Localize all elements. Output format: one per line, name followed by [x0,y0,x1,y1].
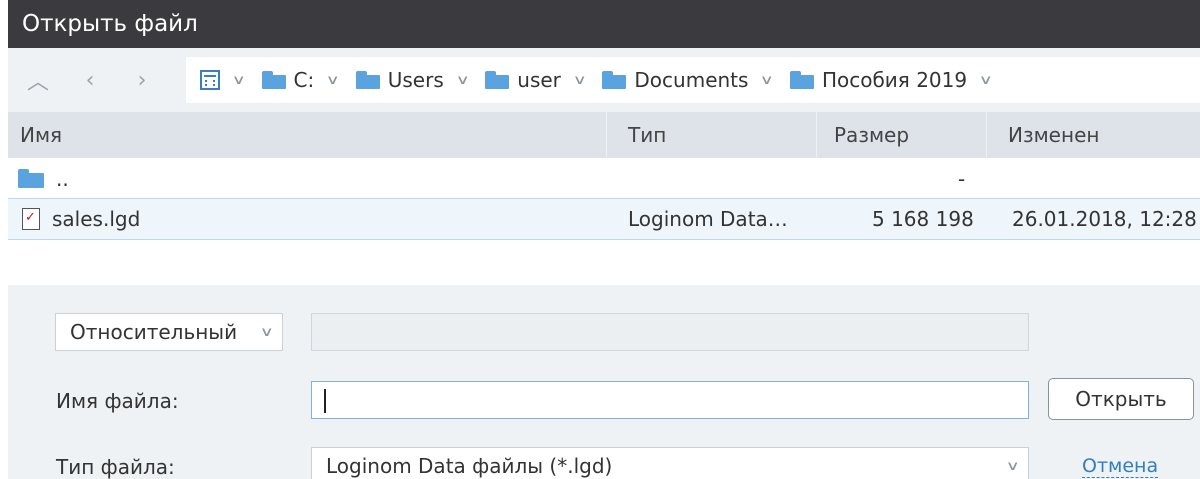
modified-cell: 26.01.2018, 12:28 [1012,207,1197,231]
path-breadcrumb: ∨ C: ∨ Users ∨ user ∨ Documents ∨ Пособи… [186,57,1200,103]
chevron-down-icon: ∨ [260,324,275,340]
column-header-label: Тип [628,123,667,147]
breadcrumb-computer[interactable]: ∨ [196,70,256,90]
back-button[interactable]: ‹ [64,60,116,100]
filename-label: Имя файла: [56,389,179,413]
folder-icon [355,71,380,89]
path-mode-value: Относительный [70,320,238,344]
file-list-header: Имя Тип Размер Изменен [8,112,1200,158]
folder-icon [602,71,627,89]
breadcrumb-c[interactable]: C: ∨ [261,68,350,92]
breadcrumb-label: user [517,68,561,92]
chevron-down-icon[interactable]: ∨ [455,73,469,88]
column-header-size[interactable]: Размер [834,112,909,158]
up-button[interactable]: ︿ [12,60,64,100]
folder-icon [789,71,814,89]
column-header-modified[interactable]: Изменен [1008,112,1099,158]
folder-icon [485,71,510,89]
chevron-down-icon[interactable]: ∨ [760,73,774,88]
chevron-down-icon[interactable]: ∨ [326,73,340,88]
column-header-type[interactable]: Тип [628,112,666,158]
breadcrumb-documents[interactable]: Documents ∨ [602,68,784,92]
open-button[interactable]: Открыть [1048,378,1194,420]
chevron-down-icon[interactable]: ∨ [232,73,246,88]
column-header-label: Имя [20,123,63,147]
navigation-bar: ︿ ‹ › ∨ C: ∨ Users ∨ user ∨ Documents ∨ [8,48,1200,112]
chevron-down-icon: ∨ [1006,458,1021,474]
lgd-file-icon [22,208,40,230]
breadcrumb-posobiya[interactable]: Пособия 2019 ∨ [789,68,1003,92]
forward-button[interactable]: › [116,60,168,100]
breadcrumb-label: Пособия 2019 [821,68,968,92]
folder-icon [261,71,286,89]
size-cell: - [958,167,966,191]
size-cell: 5 168 198 [872,207,974,231]
name-cell: sales.lgd [22,199,140,239]
name-cell: .. [18,160,69,198]
dialog-title-bar: Открыть файл [8,0,1200,48]
path-field [311,313,1029,351]
chevron-up-icon: ︿ [26,70,49,95]
chevron-left-icon: ‹ [85,67,95,93]
column-header-label: Изменен [1008,123,1100,147]
chevron-down-icon[interactable]: ∨ [979,73,993,88]
filename-input[interactable] [311,381,1029,419]
breadcrumb-label: Users [387,68,444,92]
open-button-label: Открыть [1075,387,1167,411]
path-mode-select[interactable]: Относительный ∨ [55,313,283,351]
chevron-right-icon: › [137,67,147,93]
file-name: sales.lgd [52,207,141,231]
dialog-title: Открыть файл [22,11,198,37]
type-cell: Loginom Data… [628,207,788,231]
breadcrumb-label: Documents [634,68,749,92]
column-divider[interactable] [986,112,987,158]
file-form-panel: Относительный ∨ Имя файла: Открыть Тип ф… [8,285,1200,479]
column-header-label: Размер [834,123,910,147]
table-row[interactable]: .. - [8,160,1200,198]
folder-icon [18,169,44,189]
file-name: .. [56,167,69,191]
filetype-label: Тип файла: [56,455,175,479]
filetype-value: Loginom Data файлы (*.lgd) [326,454,613,478]
filetype-select[interactable]: Loginom Data файлы (*.lgd) ∨ [311,447,1029,479]
cancel-link[interactable]: Отмена [1082,455,1159,478]
table-row[interactable]: sales.lgd Loginom Data… 5 168 198 26.01.… [8,198,1200,240]
breadcrumb-label: C: [293,68,315,92]
chevron-down-icon[interactable]: ∨ [573,73,587,88]
column-header-name[interactable]: Имя [20,112,62,158]
column-divider[interactable] [816,112,817,158]
breadcrumb-users[interactable]: Users ∨ [355,68,480,92]
breadcrumb-user[interactable]: user ∨ [485,68,596,92]
column-divider[interactable] [606,112,607,158]
text-cursor [324,389,326,413]
computer-icon [200,70,220,90]
